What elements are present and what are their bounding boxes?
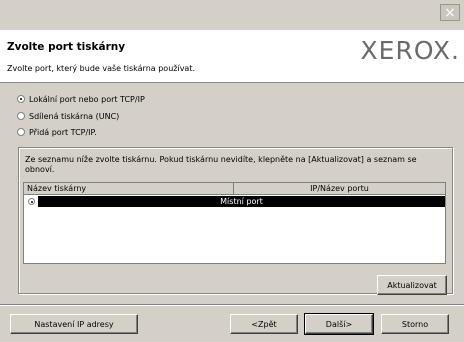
option-add-tcpip-port[interactable]: Přidá port TCP/IP.: [17, 126, 97, 138]
footer-divider: [0, 304, 464, 305]
refresh-button[interactable]: Aktualizovat: [377, 275, 447, 295]
printer-list-group: Ze seznamu níže zvolte tiskárnu. Pokud t…: [18, 147, 453, 295]
back-button[interactable]: <Zpět: [230, 314, 298, 334]
cancel-button[interactable]: Storno: [381, 314, 449, 334]
close-icon: ×: [444, 4, 456, 21]
radio-local-port[interactable]: [17, 95, 25, 103]
column-header-ip-port[interactable]: IP/Název portu: [234, 183, 445, 195]
xerox-logo: XEROX.: [360, 36, 460, 65]
page-title: Zvolte port tiskárny: [7, 41, 126, 53]
option-local-port-label: Lokální port nebo port TCP/IP: [29, 94, 145, 104]
printer-list[interactable]: Název tiskárny IP/Název portu Místní por…: [23, 182, 446, 264]
column-header-printer-name[interactable]: Název tiskárny: [24, 183, 234, 195]
next-button[interactable]: Další>: [304, 313, 374, 335]
instructions-text: Ze seznamu níže zvolte tiskárnu. Pokud t…: [25, 155, 417, 174]
radio-add-tcpip-port[interactable]: [17, 128, 25, 136]
title-bar: ×: [0, 0, 464, 30]
option-shared-printer[interactable]: Sdílená tiskárna (UNC): [17, 110, 119, 122]
row-radio-cell: [24, 195, 38, 207]
row-radio[interactable]: [27, 197, 35, 205]
option-shared-printer-label: Sdílená tiskárna (UNC): [29, 111, 120, 121]
row-port-cell[interactable]: Místní port: [38, 195, 445, 207]
ip-settings-button[interactable]: Nastavení IP adresy: [10, 314, 138, 334]
option-add-tcpip-port-label: Přidá port TCP/IP.: [29, 127, 97, 137]
close-button[interactable]: ×: [440, 4, 460, 21]
radio-shared-printer[interactable]: [17, 112, 25, 120]
wizard-header: Zvolte port tiskárny Zvolte port, který …: [0, 30, 464, 83]
table-row[interactable]: Místní port: [24, 195, 445, 207]
option-local-port[interactable]: Lokální port nebo port TCP/IP: [17, 93, 145, 105]
page-subtitle: Zvolte port, který bude vaše tiskárna po…: [7, 64, 196, 73]
list-header: Název tiskárny IP/Název portu: [24, 183, 445, 195]
